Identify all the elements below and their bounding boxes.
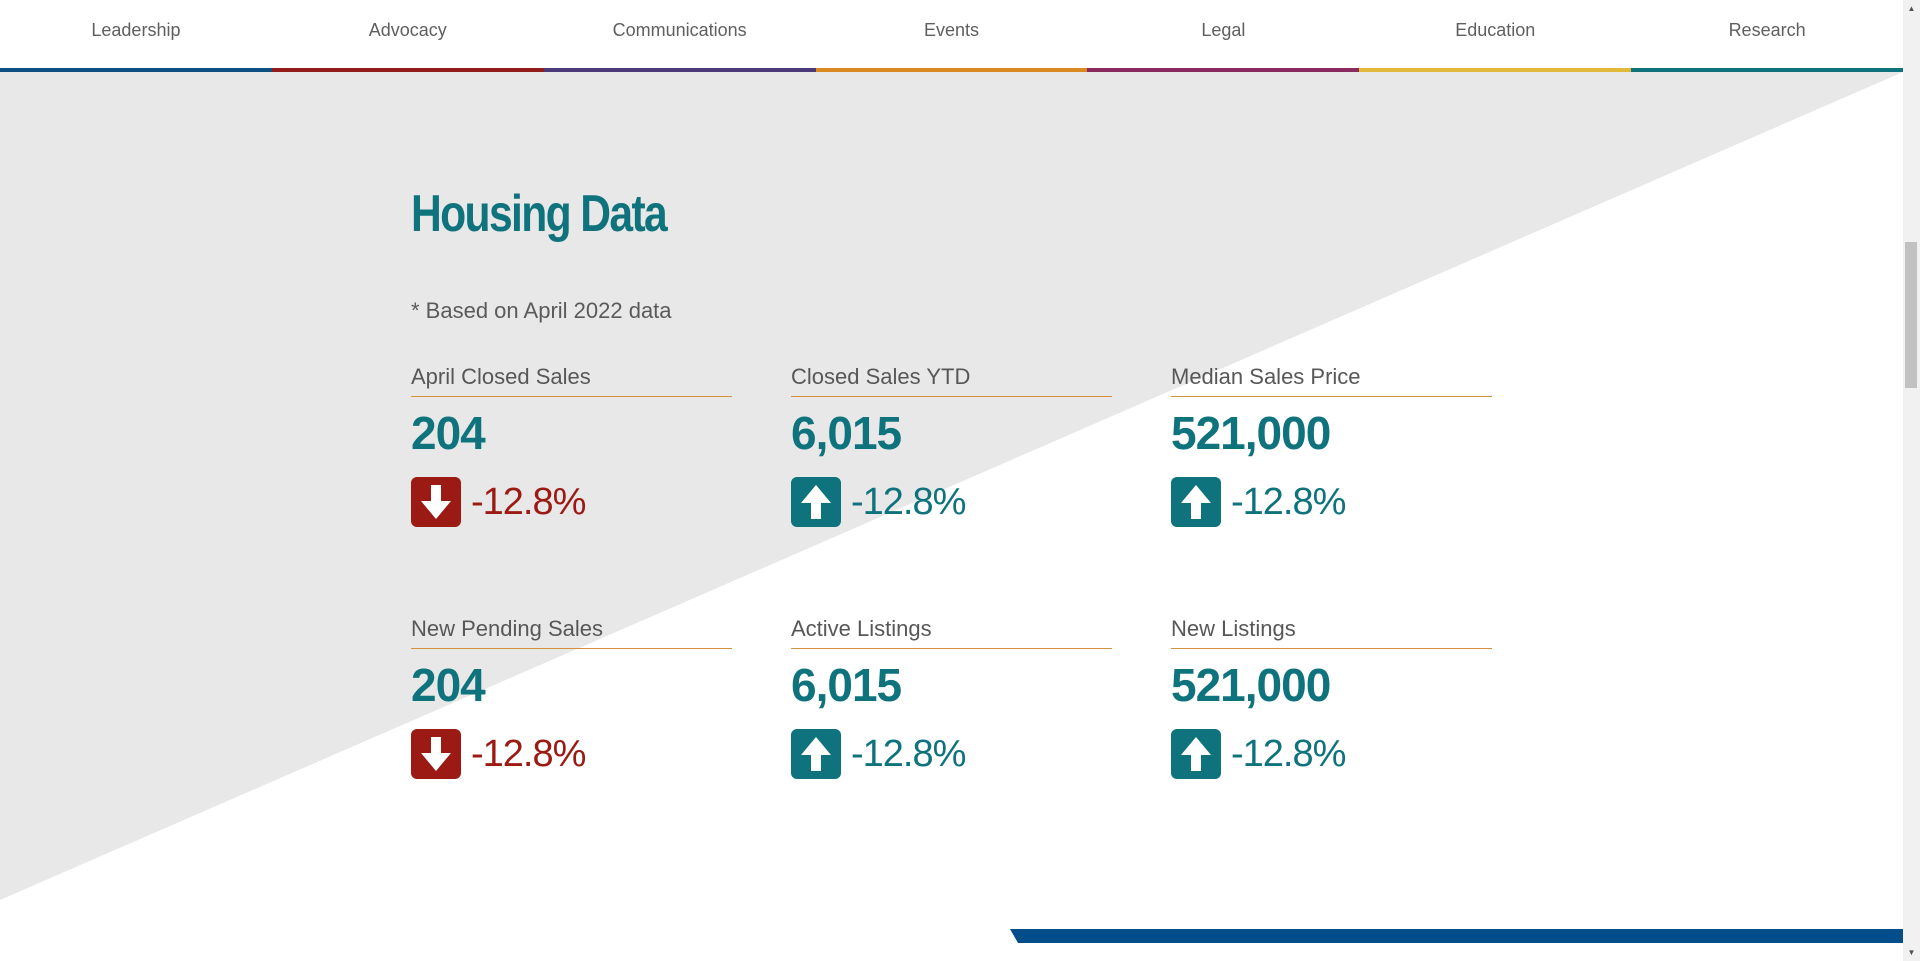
stat-label: New Listings bbox=[1171, 616, 1296, 641]
stat-change-percent: -12.8% bbox=[471, 732, 586, 775]
stat-label: New Pending Sales bbox=[411, 616, 604, 641]
stat-card: Closed Sales YTD 6,015 -12.8% bbox=[791, 362, 1112, 527]
arrow-up-icon bbox=[791, 477, 841, 527]
nav-item-leadership[interactable]: Leadership bbox=[0, 0, 272, 68]
nav-color-bar bbox=[0, 68, 1903, 72]
stat-card: Active Listings 6,015 -12.8% bbox=[791, 614, 1112, 779]
stat-card: April Closed Sales 204 -12.8% bbox=[411, 362, 732, 527]
stat-divider bbox=[791, 648, 1112, 649]
nav-bar-segment bbox=[815, 68, 1088, 72]
stat-card: Median Sales Price 521,000 -12.8% bbox=[1171, 362, 1492, 527]
stat-change-percent: -12.8% bbox=[851, 732, 966, 775]
stat-change: -12.8% bbox=[1171, 729, 1492, 779]
stat-change: -12.8% bbox=[1171, 477, 1492, 527]
arrow-down-icon bbox=[411, 729, 461, 779]
stat-change: -12.8% bbox=[411, 477, 732, 527]
stat-label: Median Sales Price bbox=[1171, 364, 1361, 389]
stat-change-percent: -12.8% bbox=[851, 480, 966, 523]
nav-item-advocacy[interactable]: Advocacy bbox=[272, 0, 544, 68]
nav-item-legal[interactable]: Legal bbox=[1087, 0, 1359, 68]
stat-value: 6,015 bbox=[791, 407, 902, 459]
data-note: * Based on April 2022 data bbox=[411, 298, 672, 323]
stat-change-percent: -12.8% bbox=[1231, 732, 1346, 775]
stat-value: 204 bbox=[411, 407, 486, 459]
stat-card: New Listings 521,000 -12.8% bbox=[1171, 614, 1492, 779]
stat-value: 204 bbox=[411, 659, 486, 711]
stat-value: 521,000 bbox=[1171, 659, 1331, 711]
stat-change: -12.8% bbox=[411, 729, 732, 779]
stat-change: -12.8% bbox=[791, 729, 1112, 779]
stat-divider bbox=[411, 396, 732, 397]
stat-card: New Pending Sales 204 -12.8% bbox=[411, 614, 732, 779]
page-title: Housing Data bbox=[411, 185, 668, 243]
nav-bar-segment bbox=[0, 68, 272, 72]
scroll-up-arrow-icon[interactable]: ▲ bbox=[1903, 0, 1920, 17]
arrow-up-icon bbox=[1171, 729, 1221, 779]
stat-divider bbox=[791, 396, 1112, 397]
stat-change-percent: -12.8% bbox=[471, 480, 586, 523]
bottom-accent-bar bbox=[1010, 929, 1903, 943]
stat-change-percent: -12.8% bbox=[1231, 480, 1346, 523]
nav-item-events[interactable]: Events bbox=[816, 0, 1088, 68]
stat-divider bbox=[1171, 396, 1492, 397]
stat-divider bbox=[1171, 648, 1492, 649]
stat-divider bbox=[411, 648, 732, 649]
nav-bar-segment bbox=[1631, 68, 1903, 72]
nav-item-communications[interactable]: Communications bbox=[544, 0, 816, 68]
nav-bar-segment bbox=[543, 68, 816, 72]
nav-item-research[interactable]: Research bbox=[1631, 0, 1903, 68]
nav-bar-segment bbox=[1087, 68, 1360, 72]
scroll-down-arrow-icon[interactable]: ▼ bbox=[1903, 944, 1920, 961]
stat-label: Closed Sales YTD bbox=[791, 364, 971, 389]
stat-value: 521,000 bbox=[1171, 407, 1331, 459]
arrow-up-icon bbox=[1171, 477, 1221, 527]
stat-label: April Closed Sales bbox=[411, 364, 591, 389]
page: Leadership Advocacy Communications Event… bbox=[0, 0, 1903, 961]
vertical-scrollbar[interactable]: ▲ ▼ bbox=[1903, 0, 1920, 961]
stat-value: 6,015 bbox=[791, 659, 902, 711]
stat-label: Active Listings bbox=[791, 616, 932, 641]
nav-bar-segment bbox=[1359, 68, 1632, 72]
arrow-up-icon bbox=[791, 729, 841, 779]
scrollbar-thumb[interactable] bbox=[1905, 242, 1917, 388]
stat-change: -12.8% bbox=[791, 477, 1112, 527]
arrow-down-icon bbox=[411, 477, 461, 527]
top-navigation: Leadership Advocacy Communications Event… bbox=[0, 0, 1903, 68]
nav-item-education[interactable]: Education bbox=[1359, 0, 1631, 68]
nav-bar-segment bbox=[271, 68, 544, 72]
